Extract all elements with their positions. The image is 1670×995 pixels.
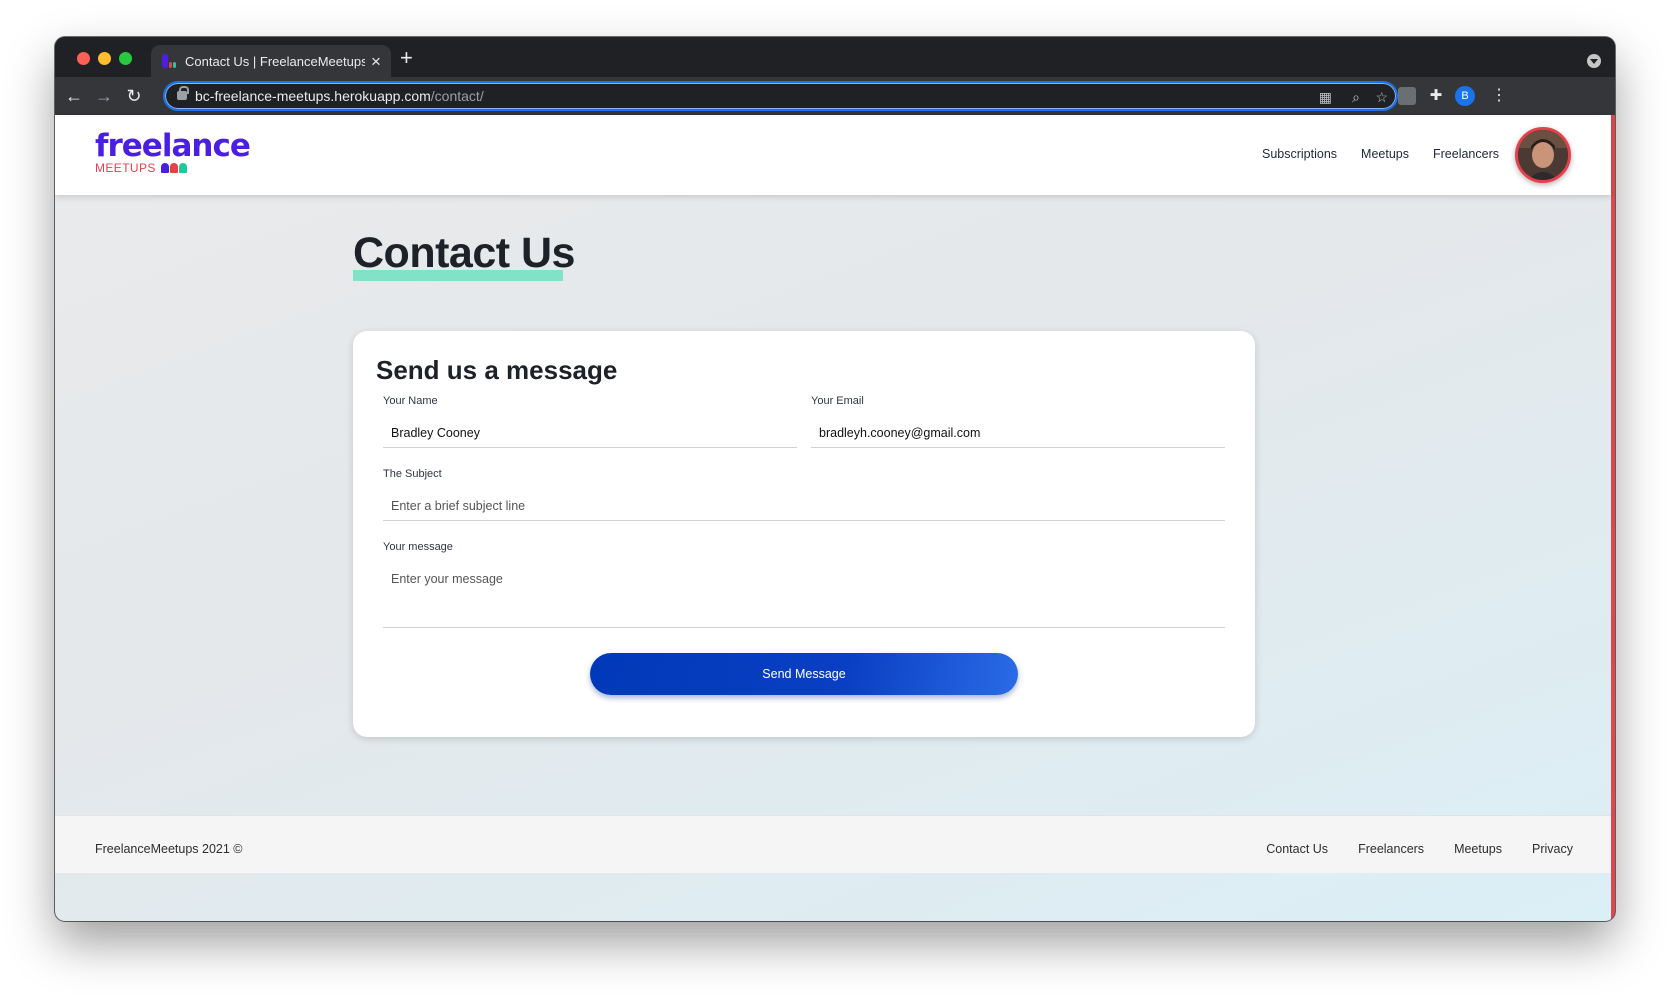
site-header: freelance MEETUPS Subscriptions Meetups … bbox=[55, 115, 1611, 195]
browser-menu-icon[interactable]: ⋮ bbox=[1491, 87, 1507, 105]
site-footer: FreelanceMeetups 2021 © Contact Us Freel… bbox=[55, 815, 1611, 873]
send-message-button[interactable]: Send Message bbox=[590, 653, 1018, 695]
puzzle-extensions-icon[interactable]: ✚ bbox=[1427, 87, 1445, 105]
logo-wordmark: freelance bbox=[95, 128, 251, 164]
page-title: Contact Us bbox=[353, 229, 575, 277]
close-tab-icon[interactable]: × bbox=[371, 53, 381, 70]
new-tab-icon[interactable]: + bbox=[400, 47, 413, 69]
back-icon[interactable]: ← bbox=[63, 85, 85, 107]
browser-window: Contact Us | FreelanceMeetups × + ← → ↻ … bbox=[55, 37, 1615, 921]
browser-tab[interactable]: Contact Us | FreelanceMeetups × bbox=[151, 45, 391, 77]
tab-title: Contact Us | FreelanceMeetups bbox=[185, 53, 365, 69]
message-field[interactable] bbox=[383, 560, 1225, 628]
footer-nav: Contact Us Freelancers Meetups Privacy bbox=[1266, 842, 1573, 856]
address-bar[interactable]: bc-freelance-meetups.herokuapp.com/conta… bbox=[163, 81, 1398, 111]
name-field[interactable] bbox=[383, 418, 797, 448]
page-viewport: freelance MEETUPS Subscriptions Meetups … bbox=[55, 115, 1615, 921]
url-text[interactable]: bc-freelance-meetups.herokuapp.com/conta… bbox=[195, 88, 484, 104]
copyright-text: FreelanceMeetups 2021 © bbox=[95, 842, 243, 856]
logo-meetups-text: MEETUPS bbox=[95, 161, 156, 175]
window-controls bbox=[77, 52, 132, 65]
bookmark-star-icon[interactable]: ☆ bbox=[1375, 89, 1388, 105]
tab-search-icon[interactable] bbox=[1587, 54, 1601, 68]
footer-link-meetups[interactable]: Meetups bbox=[1454, 842, 1502, 856]
form-heading: Send us a message bbox=[376, 355, 618, 385]
extension-icon[interactable] bbox=[1398, 87, 1416, 105]
lock-icon[interactable] bbox=[177, 86, 189, 100]
qr-code-icon[interactable]: ▦ bbox=[1319, 89, 1332, 105]
main-nav: Subscriptions Meetups Freelancers bbox=[1262, 147, 1499, 161]
browser-toolbar: ← → ↻ bc-freelance-meetups.herokuapp.com… bbox=[55, 77, 1615, 115]
subject-field[interactable] bbox=[383, 491, 1225, 521]
email-label: Your Email bbox=[811, 395, 864, 407]
nav-link-freelancers[interactable]: Freelancers bbox=[1433, 147, 1499, 161]
message-label: Your message bbox=[383, 541, 453, 553]
user-photo bbox=[1518, 130, 1568, 180]
nav-link-meetups[interactable]: Meetups bbox=[1361, 147, 1409, 161]
url-path: /contact/ bbox=[430, 88, 484, 104]
tab-strip: Contact Us | FreelanceMeetups × + bbox=[55, 37, 1615, 77]
reload-icon[interactable]: ↻ bbox=[123, 85, 145, 107]
zoom-icon[interactable]: ⌕ bbox=[1352, 89, 1360, 105]
contact-form-card: Send us a message Your Name Your Email T… bbox=[353, 331, 1255, 737]
name-label: Your Name bbox=[383, 395, 438, 407]
nav-link-subscriptions[interactable]: Subscriptions bbox=[1262, 147, 1337, 161]
url-host: bc-freelance-meetups.herokuapp.com bbox=[195, 88, 431, 104]
user-avatar[interactable] bbox=[1515, 127, 1571, 183]
zoom-window-button[interactable] bbox=[119, 52, 132, 65]
footer-link-privacy[interactable]: Privacy bbox=[1532, 842, 1573, 856]
subject-label: The Subject bbox=[383, 468, 442, 480]
site-favicon-icon bbox=[161, 53, 177, 69]
footer-link-contact[interactable]: Contact Us bbox=[1266, 842, 1328, 856]
close-window-button[interactable] bbox=[77, 52, 90, 65]
profile-avatar[interactable]: B bbox=[1455, 86, 1475, 106]
site-logo[interactable]: freelance MEETUPS bbox=[95, 128, 251, 175]
minimize-window-button[interactable] bbox=[98, 52, 111, 65]
forward-icon[interactable]: → bbox=[93, 85, 115, 107]
email-field[interactable] bbox=[811, 418, 1225, 448]
people-icon bbox=[160, 163, 187, 173]
footer-link-freelancers[interactable]: Freelancers bbox=[1358, 842, 1424, 856]
